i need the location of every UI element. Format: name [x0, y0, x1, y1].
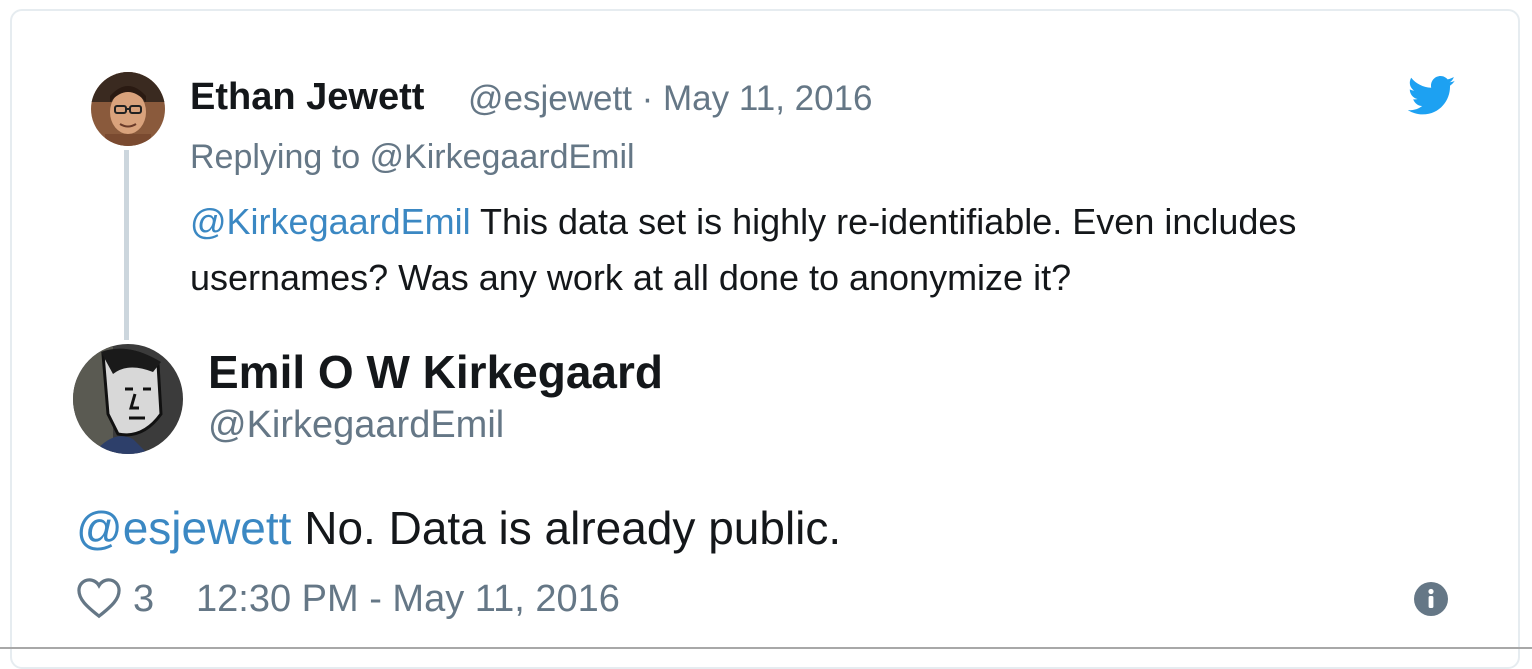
replying-to-label: Replying to @KirkegaardEmil [190, 138, 635, 176]
quoted-tweet-text: @KirkegaardEmil This data set is highly … [190, 194, 1440, 306]
thread-connector-line [124, 150, 129, 340]
main-author-avatar[interactable] [73, 344, 183, 454]
heart-icon[interactable] [76, 577, 122, 624]
like-count: 3 [133, 578, 155, 620]
quoted-author-name[interactable]: Ethan Jewett [190, 76, 424, 119]
divider [0, 647, 1532, 649]
tweet-timestamp[interactable]: 12:30 PM - May 11, 2016 [196, 578, 620, 621]
mention-link[interactable]: @KirkegaardEmil [190, 201, 471, 242]
main-author-handle[interactable]: @KirkegaardEmil [208, 404, 504, 447]
main-author-name[interactable]: Emil O W Kirkegaard [208, 345, 663, 399]
main-tweet-body: No. Data is already public. [291, 502, 842, 554]
main-tweet-text: @esjewett No. Data is already public. [76, 501, 841, 555]
quoted-author-meta[interactable]: @esjewett · May 11, 2016 [468, 79, 873, 119]
twitter-bird-icon[interactable] [1407, 76, 1456, 121]
mention-link[interactable]: @esjewett [76, 502, 291, 554]
info-icon[interactable] [1414, 582, 1448, 616]
quoted-author-avatar[interactable] [91, 72, 165, 146]
